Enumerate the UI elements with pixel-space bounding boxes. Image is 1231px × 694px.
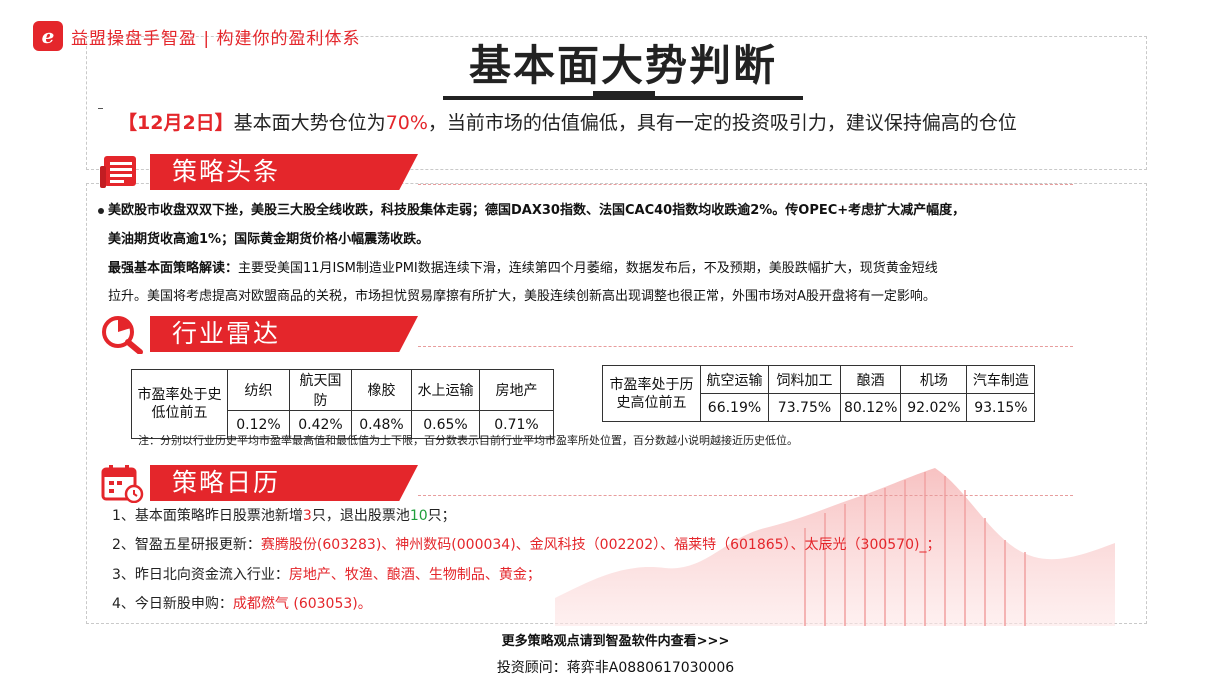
section-title-radar: 行业雷达 — [172, 319, 281, 348]
pe-high-value: 66.19% — [700, 393, 769, 422]
investment-advisor: 投资顾问：蒋弈非A0880617030006 — [496, 660, 735, 676]
news-line-1: 美欧股市收盘双双下挫，美股三大股全线收跌，科技股集体走弱；德国DAX30指数、法… — [98, 196, 1110, 225]
headline-date: 【12月2日】 — [118, 112, 234, 134]
section-title-calendar: 策略日历 — [172, 468, 281, 497]
research-report-stocks: 赛腾股份(603283)、神州数码(000034)、金风科技（002202）、福… — [260, 537, 941, 553]
analysis-lead: 最强基本面策略解读： — [108, 261, 239, 276]
pe-high-industry: 航空运输 — [700, 365, 769, 394]
pe-low-industry: 航天国防 — [289, 369, 352, 411]
analysis-line-2: 拉升。美国将考虑提高对欧盟商品的关税，市场担忧贸易摩擦有所扩大，美股连续创新高出… — [108, 289, 936, 304]
section-header-headlines: 策略头条 — [100, 152, 1075, 192]
section-title-headlines: 策略头条 — [172, 157, 281, 186]
pe-high-table: 市盈率处于历 史高位前五 航空运输 饲料加工 酿酒 机场 汽车制造 66.19% … — [602, 365, 1036, 422]
section-rule — [418, 346, 1073, 347]
title-underline-accent — [593, 91, 655, 100]
strategy-analysis: 最强基本面策略解读：主要受美国11月ISM制造业PMI数据连续下滑，连续第四个月… — [108, 255, 1108, 311]
page-title-block: 基本面大势判断 — [443, 38, 803, 98]
brand-logo: e 益盟操盘手智盈 | 构建你的盈利体系 — [33, 20, 361, 52]
pe-high-value: 92.02% — [900, 393, 968, 422]
news-icon — [100, 156, 136, 188]
headline-suffix: ，当前市场的估值偏低，具有一定的投资吸引力，建议保持偏高的仓位 — [427, 112, 1017, 134]
radar-icon — [102, 316, 143, 354]
pe-high-value: 73.75% — [768, 393, 841, 422]
pe-low-industry: 水上运输 — [411, 369, 480, 411]
analysis-line-1: 最强基本面策略解读：主要受美国11月ISM制造业PMI数据连续下滑，连续第四个月… — [108, 255, 1108, 283]
northbound-industries: 房地产、牧渔、酿酒、生物制品、黄金； — [288, 567, 541, 583]
pe-high-industry: 酿酒 — [839, 365, 902, 394]
pe-high-industry: 饲料加工 — [768, 365, 841, 394]
news-summary: 美欧股市收盘双双下挫，美股三大股全线收跌，科技股集体走弱；德国DAX30指数、法… — [98, 196, 1110, 254]
calendar-item-4: 4、今日新股申购：成都燃气 (603053)。 — [112, 596, 372, 612]
pe-low-industry: 橡胶 — [351, 369, 412, 411]
brand-logo-icon: e — [33, 21, 63, 51]
pe-low-industry: 纺织 — [227, 369, 290, 411]
pe-table-note: 注：分别以行业历史平均市盈率最高值和最低值为上下限，百分数表示目前行业平均市盈率… — [138, 434, 798, 447]
pe-low-table: 市盈率处于史 低位前五 纺织 航天国防 橡胶 水上运输 房地产 0.12% 0.4… — [131, 369, 554, 439]
brand-slogan: 益盟操盘手智盈 | 构建你的盈利体系 — [71, 28, 361, 49]
more-views-link[interactable]: 更多策略观点请到智盈软件内查看>>> — [0, 630, 1231, 649]
position-headline: 【12月2日】基本面大势仓位为70%，当前市场的估值偏低，具有一定的投资吸引力，… — [118, 108, 1017, 135]
page-title: 基本面大势判断 — [468, 41, 777, 90]
calendar-item-3: 3、昨日北向资金流入行业：房地产、牧渔、酿酒、生物制品、黄金； — [112, 567, 541, 583]
pe-low-industry: 房地产 — [479, 369, 554, 411]
news-line-2: 美油期货收高逾1%；国际黄金期货价格小幅震荡收跌。 — [108, 232, 430, 247]
pe-high-value: 80.12% — [839, 393, 902, 422]
analysis-text-1: 主要受美国11月ISM制造业PMI数据连续下滑，连续第四个月萎缩，数据发布后，不… — [238, 261, 938, 276]
pe-high-industry: 汽车制造 — [966, 365, 1036, 394]
calendar-item-1: 1、基本面策略昨日股票池新增3只，退出股票池10只； — [112, 508, 456, 524]
ipo-subscription: 成都燃气 (603053)。 — [232, 596, 372, 612]
pe-high-label: 市盈率处于历 史高位前五 — [602, 365, 701, 422]
section-header-calendar: 策略日历 — [100, 463, 1075, 503]
headline-prefix: 基本面大势仓位为 — [233, 112, 386, 134]
pe-low-label: 市盈率处于史 低位前五 — [131, 369, 228, 439]
calendar-item-2: 2、智盈五星研报更新：赛腾股份(603283)、神州数码(000034)、金风科… — [112, 537, 941, 553]
pe-high-industry: 机场 — [900, 365, 968, 394]
section-rule — [418, 184, 1073, 185]
section-rule — [418, 495, 1073, 496]
bullet-icon — [98, 207, 104, 214]
section-header-radar: 行业雷达 — [100, 314, 1075, 354]
calendar-icon — [101, 465, 144, 503]
stock-pool-removed-count: 10 — [409, 508, 428, 524]
divider-mark — [98, 108, 103, 109]
stock-pool-added-count: 3 — [302, 508, 312, 524]
news-text-1: 美欧股市收盘双双下挫，美股三大股全线收跌，科技股集体走弱；德国DAX30指数、法… — [108, 203, 966, 218]
headline-percent: 70% — [385, 112, 428, 134]
pe-high-value: 93.15% — [966, 393, 1036, 422]
